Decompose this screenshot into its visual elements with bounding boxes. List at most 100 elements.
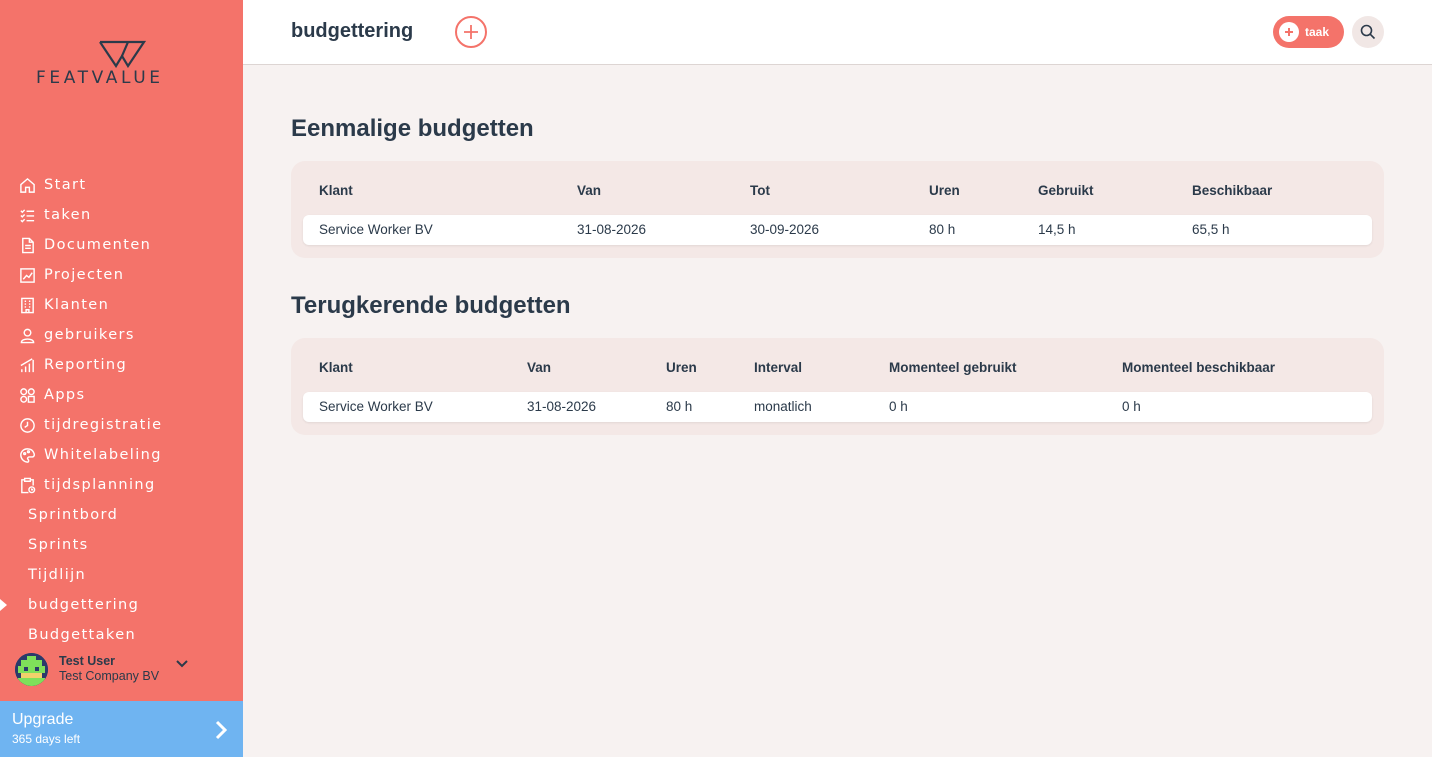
sidebar-nav: Start taken Documenten Projecten Klanten… [0, 170, 243, 650]
sidebar-item-whitelabeling[interactable]: Whitelabeling [0, 440, 243, 470]
cell-interval: monatlich [754, 399, 812, 414]
avatar [15, 652, 48, 686]
active-indicator-icon [0, 599, 7, 611]
column-header-tot[interactable]: Tot [750, 183, 770, 198]
sidebar-item-reporting[interactable]: Reporting [0, 350, 243, 380]
palette-icon [18, 446, 36, 464]
cell-momenteel-beschikbaar: 0 h [1122, 399, 1141, 414]
column-header-beschikbaar[interactable]: Beschikbaar [1192, 183, 1272, 198]
column-header-van[interactable]: Van [527, 360, 551, 375]
sidebar-item-label: tijdsplanning [44, 477, 156, 493]
sidebar-item-documenten[interactable]: Documenten [0, 230, 243, 260]
upgrade-days-left: 365 days left [12, 732, 81, 746]
column-header-uren[interactable]: Uren [929, 183, 960, 198]
sidebar-item-apps[interactable]: Apps [0, 380, 243, 410]
sidebar-subitem-budgettaken[interactable]: Budgettaken [0, 620, 243, 650]
one-time-budgets-table: Klant Van Tot Uren Gebruikt Beschikbaar … [291, 161, 1384, 258]
cell-klant: Service Worker BV [319, 222, 433, 237]
cell-van: 31-08-2026 [577, 222, 647, 237]
featvalue-logo[interactable]: FEATVALUE [36, 40, 211, 90]
sidebar-item-label: Documenten [44, 237, 152, 253]
top-bar: budgettering taak [243, 0, 1432, 65]
table-row[interactable]: Service Worker BV 31-08-2026 80 h monatl… [303, 392, 1372, 422]
sidebar-item-tijdsplanning[interactable]: tijdsplanning [0, 470, 243, 500]
clipboard-clock-icon [18, 476, 36, 494]
chart-board-icon [18, 266, 36, 284]
sidebar-item-label: Whitelabeling [44, 447, 162, 463]
column-header-van[interactable]: Van [577, 183, 601, 198]
user-icon [18, 326, 36, 344]
sidebar-item-gebruikers[interactable]: gebruikers [0, 320, 243, 350]
cell-van: 31-08-2026 [527, 399, 597, 414]
sidebar: FEATVALUE Start taken Documenten Project… [0, 0, 243, 757]
sidebar-item-label: Apps [44, 387, 86, 403]
one-time-budgets-title: Eenmalige budgetten [291, 115, 534, 142]
search-icon [1360, 24, 1376, 40]
recurring-budgets-table: Klant Van Uren Interval Momenteel gebrui… [291, 338, 1384, 435]
plus-circle-icon [1279, 22, 1299, 42]
sidebar-item-label: Reporting [44, 357, 128, 373]
cell-uren: 80 h [929, 222, 956, 237]
upgrade-title: Upgrade [12, 711, 74, 728]
sidebar-item-projecten[interactable]: Projecten [0, 260, 243, 290]
checklist-icon [18, 206, 36, 224]
sidebar-item-klanten[interactable]: Klanten [0, 290, 243, 320]
column-header-gebruikt[interactable]: Gebruikt [1038, 183, 1094, 198]
bar-chart-icon [18, 356, 36, 374]
sidebar-item-label: Sprints [28, 537, 89, 553]
sidebar-item-label: Klanten [44, 297, 110, 313]
timer-icon [18, 416, 36, 434]
sidebar-item-label: Budgettaken [28, 627, 137, 643]
chevron-down-icon[interactable] [175, 659, 189, 669]
sidebar-item-label: gebruikers [44, 327, 135, 343]
sidebar-subitem-tijdlijn[interactable]: Tijdlijn [0, 560, 243, 590]
sidebar-item-label: Projecten [44, 267, 125, 283]
sidebar-item-label: tijdregistratie [44, 417, 163, 433]
column-header-momenteel-gebruikt[interactable]: Momenteel gebruikt [889, 360, 1017, 375]
sidebar-item-taken[interactable]: taken [0, 200, 243, 230]
cell-momenteel-gebruikt: 0 h [889, 399, 908, 414]
cell-beschikbaar: 65,5 h [1192, 222, 1230, 237]
add-task-label: taak [1305, 25, 1330, 39]
user-name: Test User [59, 654, 116, 668]
user-company: Test Company BV [59, 669, 160, 683]
sidebar-item-label: Start [44, 177, 87, 193]
pixel-avatar-icon [15, 652, 48, 686]
search-button[interactable] [1352, 16, 1384, 48]
sidebar-item-label: budgettering [28, 597, 140, 613]
table-row[interactable]: Service Worker BV 31-08-2026 30-09-2026 … [303, 215, 1372, 245]
apps-icon [18, 386, 36, 404]
sidebar-subitem-sprints[interactable]: Sprints [0, 530, 243, 560]
cell-klant: Service Worker BV [319, 399, 433, 414]
user-info: Test User Test Company BV [59, 654, 159, 684]
cell-uren: 80 h [666, 399, 693, 414]
add-task-button[interactable]: taak [1273, 16, 1344, 48]
sidebar-subitem-sprintbord[interactable]: Sprintbord [0, 500, 243, 530]
column-header-klant[interactable]: Klant [319, 360, 353, 375]
building-icon [18, 296, 36, 314]
chevron-right-icon [215, 720, 227, 740]
plus-icon [464, 25, 478, 39]
sidebar-item-label: Tijdlijn [28, 567, 87, 583]
column-header-momenteel-beschikbaar[interactable]: Momenteel beschikbaar [1122, 360, 1275, 375]
document-icon [18, 236, 36, 254]
sidebar-subitem-budgettering[interactable]: budgettering [0, 590, 243, 620]
column-header-interval[interactable]: Interval [754, 360, 802, 375]
user-menu[interactable]: Test User Test Company BV [15, 651, 240, 687]
cell-tot: 30-09-2026 [750, 222, 820, 237]
page-title: budgettering [291, 20, 414, 42]
column-header-uren[interactable]: Uren [666, 360, 697, 375]
table-header: Klant Van Tot Uren Gebruikt Beschikbaar [291, 183, 1384, 201]
recurring-budgets-title: Terugkerende budgetten [291, 292, 571, 319]
upgrade-banner[interactable]: Upgrade 365 days left [0, 701, 243, 757]
column-header-klant[interactable]: Klant [319, 183, 353, 198]
sidebar-item-label: Sprintbord [28, 507, 119, 523]
sidebar-item-tijdregistratie[interactable]: tijdregistratie [0, 410, 243, 440]
cell-gebruikt: 14,5 h [1038, 222, 1076, 237]
sidebar-item-label: taken [44, 207, 92, 223]
add-budget-button[interactable] [455, 16, 487, 48]
logo-text: FEATVALUE [36, 68, 164, 88]
table-header: Klant Van Uren Interval Momenteel gebrui… [291, 360, 1384, 378]
home-icon [18, 176, 36, 194]
sidebar-item-start[interactable]: Start [0, 170, 243, 200]
